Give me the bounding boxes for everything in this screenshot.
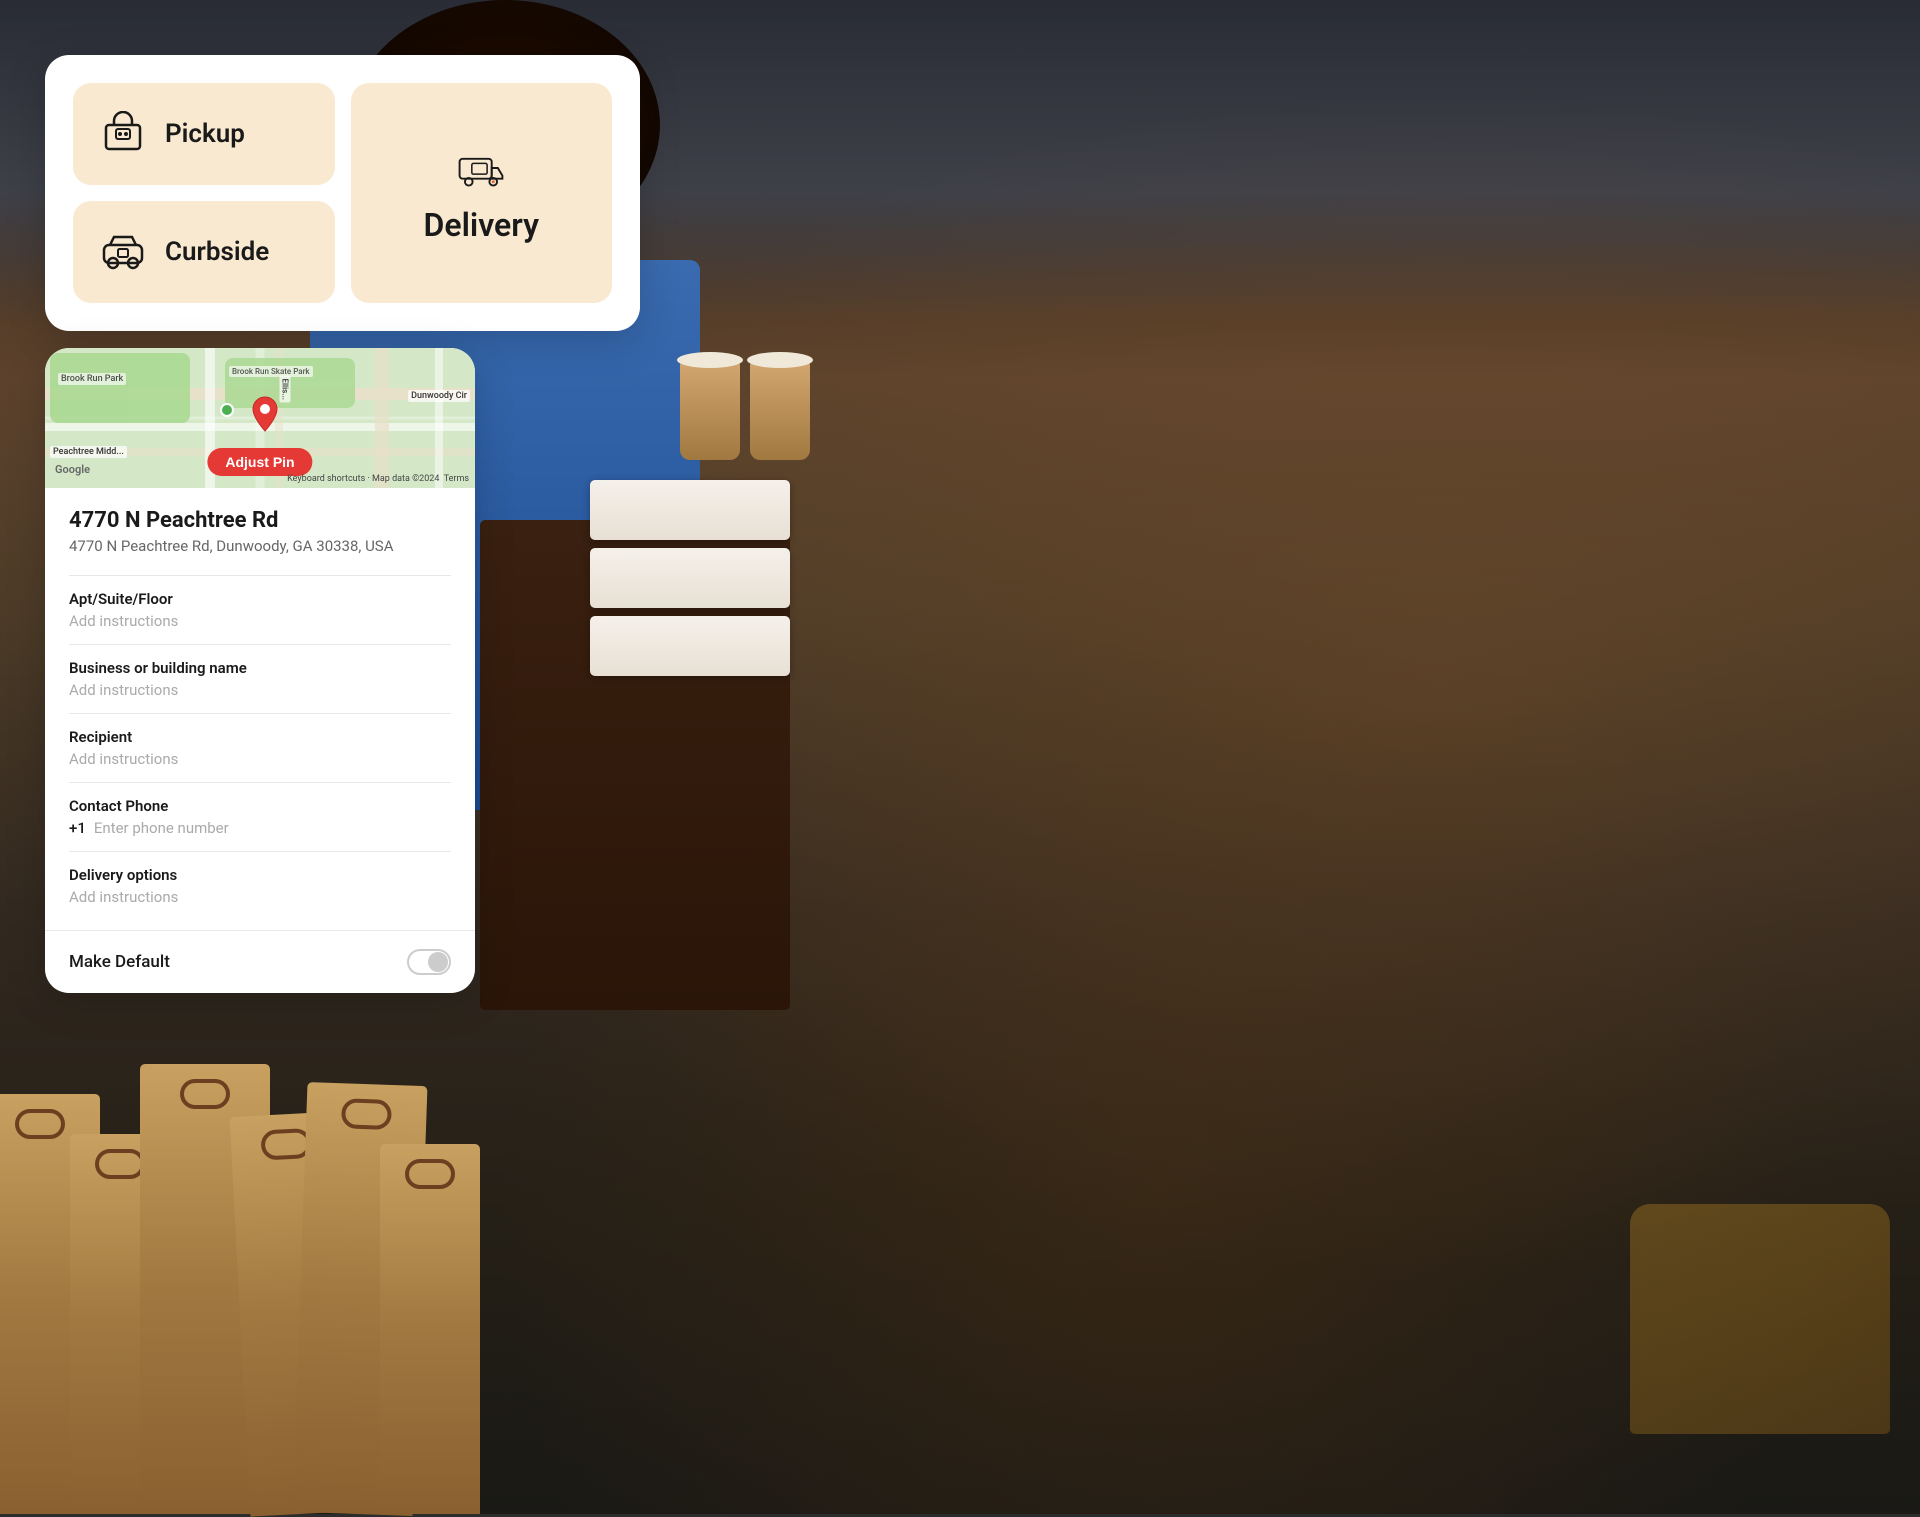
apt-label: Apt/Suite/Floor bbox=[69, 590, 451, 608]
curbside-icon bbox=[97, 226, 149, 278]
make-default-toggle[interactable] bbox=[407, 949, 451, 975]
adjust-pin-button[interactable]: Adjust Pin bbox=[207, 448, 312, 476]
delivery-options-label: Delivery options bbox=[69, 866, 451, 884]
park-1: Brook Run Park bbox=[50, 353, 190, 423]
country-code[interactable]: +1 bbox=[69, 819, 86, 837]
recipient-label: Recipient bbox=[69, 728, 451, 746]
contact-phone-field: Contact Phone +1 Enter phone number bbox=[69, 782, 451, 851]
make-default-label: Make Default bbox=[69, 952, 170, 972]
road-v-4 bbox=[435, 348, 443, 488]
street-label-3: Ellis... bbox=[280, 376, 291, 403]
card-order-type: Pickup Delivery bbox=[45, 55, 640, 331]
delivery-options-input[interactable]: Add instructions bbox=[69, 888, 451, 906]
recipient-field: Recipient Add instructions bbox=[69, 713, 451, 782]
pickup-label: Pickup bbox=[165, 119, 245, 149]
road-v-3 bbox=[375, 348, 389, 488]
address-sub: 4770 N Peachtree Rd, Dunwoody, GA 30338,… bbox=[69, 537, 451, 555]
building-label: Business or building name bbox=[69, 659, 451, 677]
order-options-grid: Pickup Delivery bbox=[73, 83, 612, 303]
apt-field: Apt/Suite/Floor Add instructions bbox=[69, 575, 451, 644]
recipient-input[interactable]: Add instructions bbox=[69, 750, 451, 768]
toggle-thumb bbox=[428, 952, 448, 972]
phone-input[interactable]: Enter phone number bbox=[94, 819, 229, 837]
map-pin bbox=[250, 396, 280, 436]
map-origin-dot bbox=[220, 403, 234, 417]
apt-input[interactable]: Add instructions bbox=[69, 612, 451, 630]
map-area: Brook Run Park Brook Run Skate Park Dunw… bbox=[45, 348, 475, 488]
google-branding: Google bbox=[55, 463, 90, 476]
make-default-row: Make Default bbox=[45, 930, 475, 993]
park-label-1: Brook Run Park bbox=[58, 373, 126, 385]
delivery-icon bbox=[455, 142, 507, 194]
phone-row: +1 Enter phone number bbox=[69, 819, 451, 837]
card-delivery-form: Brook Run Park Brook Run Skate Park Dunw… bbox=[45, 348, 475, 993]
pickup-option[interactable]: Pickup bbox=[73, 83, 335, 185]
curbside-label: Curbside bbox=[165, 237, 269, 267]
form-content: 4770 N Peachtree Rd 4770 N Peachtree Rd,… bbox=[45, 488, 475, 930]
food-containers bbox=[560, 360, 840, 760]
contact-phone-label: Contact Phone bbox=[69, 797, 451, 815]
street-label-1: Dunwoody Cir bbox=[408, 390, 470, 402]
building-input[interactable]: Add instructions bbox=[69, 681, 451, 699]
delivery-label: Delivery bbox=[424, 206, 539, 244]
delivery-option[interactable]: Delivery bbox=[351, 83, 613, 303]
address-main: 4770 N Peachtree Rd bbox=[69, 508, 451, 533]
pickup-icon bbox=[97, 108, 149, 160]
curbside-option[interactable]: Curbside bbox=[73, 201, 335, 303]
building-field: Business or building name Add instructio… bbox=[69, 644, 451, 713]
delivery-options-field: Delivery options Add instructions bbox=[69, 851, 451, 920]
park-label-2: Brook Run Skate Park bbox=[229, 366, 313, 377]
street-label-2: Peachtree Midd... bbox=[50, 446, 127, 458]
map-attribution: Keyboard shortcuts · Map data ©2024 Term… bbox=[287, 474, 469, 484]
